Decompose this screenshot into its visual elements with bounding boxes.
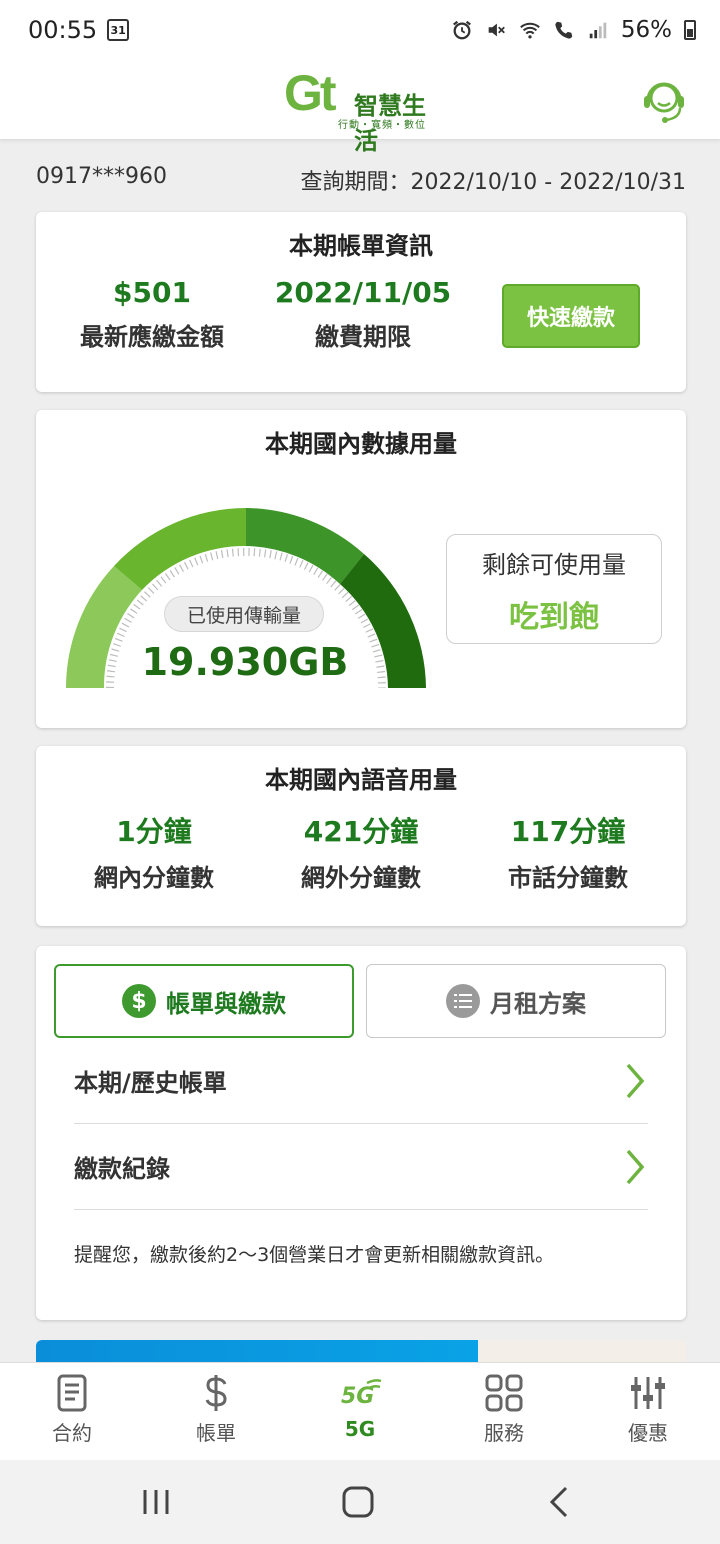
query-period: 查詢期間：2022/10/10 - 2022/10/31	[300, 170, 686, 195]
voice-item-landline: 117分鐘 市話分鐘數	[460, 810, 676, 893]
chevron-right-icon	[626, 1149, 645, 1184]
wifi-icon	[520, 22, 540, 39]
gauge-segment-3	[246, 508, 364, 584]
chevron-right-icon	[626, 1063, 645, 1098]
quick-pay-button[interactable]: 快速繳款	[502, 284, 640, 348]
used-value: 19.930GB	[141, 640, 349, 684]
battery-percent: 56%	[620, 17, 672, 43]
list-icon	[446, 984, 480, 1018]
recent-apps-icon[interactable]	[136, 1482, 176, 1522]
data-usage-title: 本期國內數據用量	[265, 430, 457, 458]
voice-item-offnet: 421分鐘 網外分鐘數	[253, 810, 469, 893]
nav-services[interactable]: 服務	[454, 1373, 554, 1446]
nav-label: 優惠	[628, 1421, 668, 1445]
tab-label: 帳單與繳款	[166, 989, 286, 1018]
remaining-label: 剩餘可使用量	[482, 551, 626, 579]
tab-monthly-plan[interactable]: 月租方案	[366, 964, 666, 1038]
bill-card: 本期帳單資訊 $501 最新應繳金額 2022/11/05 繳費期限 快速繳款	[36, 212, 686, 392]
logo-mark: Gt	[284, 65, 337, 121]
nav-label: 帳單	[196, 1421, 236, 1445]
remaining-value: 吃到飽	[509, 600, 599, 635]
customer-service-icon[interactable]	[638, 72, 690, 128]
sliders-icon	[631, 1377, 665, 1409]
amount-block: $501 最新應繳金額	[60, 276, 244, 352]
used-label: 已使用傳輸量	[164, 596, 324, 632]
wifi-calling-icon	[555, 21, 573, 39]
row-label: 繳款紀錄	[74, 1155, 170, 1183]
battery-icon	[684, 20, 696, 40]
nav-label: 服務	[484, 1421, 524, 1445]
mute-icon	[488, 23, 505, 37]
services-grid-icon	[485, 1374, 523, 1412]
due-date-value: 2022/11/05	[274, 276, 452, 309]
signal-icon	[589, 22, 607, 39]
gauge-segment-2	[114, 508, 246, 590]
row-label: 本期/歷史帳單	[74, 1069, 227, 1097]
billing-tabs-card: $ 帳單與繳款 月租方案 本期/歷史帳單 繳款紀錄 提醒您，繳款後約2～3個營業…	[36, 946, 686, 1320]
tab-label: 月租方案	[490, 989, 586, 1018]
nav-5g[interactable]: 5G 5G	[310, 1373, 410, 1441]
logo-subtitle: 行動・寬頻・數位	[338, 120, 426, 131]
5g-icon: 5G	[341, 1379, 382, 1409]
bottom-nav: 合約 帳單 5G 5G 服務 優惠	[0, 1362, 720, 1460]
voice-label: 市話分鐘數	[508, 864, 628, 892]
status-bar: 00:55 31 56%	[0, 0, 720, 60]
voice-value: 1分鐘	[116, 815, 192, 848]
tab-billing-payment[interactable]: $ 帳單與繳款	[54, 964, 354, 1038]
query-info: 0917***960 查詢期間：2022/10/10 - 2022/10/31	[36, 164, 686, 195]
calendar-icon: 31	[107, 19, 130, 41]
nav-bill[interactable]: 帳單	[166, 1373, 266, 1446]
logo: Gt 智慧生活 行動・寬頻・數位	[284, 64, 444, 155]
remaining-box: 剩餘可使用量 吃到飽	[446, 534, 662, 644]
bill-title: 本期帳單資訊	[289, 232, 433, 260]
data-usage-card: 本期國內數據用量 已使用傳輸量 19.930GB 剩餘可使用量 吃到飽	[36, 410, 686, 728]
voice-item-onnet: 1分鐘 網內分鐘數	[46, 810, 262, 893]
voice-usage-title: 本期國內語音用量	[265, 766, 457, 794]
row-current-history-bill[interactable]: 本期/歷史帳單	[74, 1038, 648, 1124]
nav-label: 合約	[52, 1421, 92, 1445]
promo-banner[interactable]	[36, 1340, 686, 1362]
payment-notice: 提醒您，繳款後約2～3個營業日才會更新相關繳款資訊。	[74, 1244, 555, 1266]
dollar-icon: $	[122, 984, 156, 1018]
system-nav-bar	[0, 1460, 720, 1544]
row-payment-records[interactable]: 繳款紀錄	[74, 1124, 648, 1210]
amount-label: 最新應繳金額	[80, 323, 224, 351]
home-icon[interactable]	[338, 1482, 378, 1522]
voice-label: 網內分鐘數	[94, 864, 214, 892]
voice-value: 421分鐘	[303, 815, 419, 848]
contract-icon	[57, 1374, 87, 1412]
nav-label: 5G	[344, 1417, 376, 1441]
voice-label: 網外分鐘數	[301, 864, 421, 892]
back-icon[interactable]	[540, 1482, 580, 1522]
alarm-icon	[452, 20, 471, 40]
due-date-label: 繳費期限	[315, 323, 411, 351]
amount-value: $501	[113, 276, 191, 309]
nav-contract[interactable]: 合約	[22, 1373, 122, 1446]
phone-number: 0917***960	[36, 164, 167, 189]
nav-offers[interactable]: 優惠	[598, 1373, 698, 1446]
voice-value: 117分鐘	[510, 815, 626, 848]
clock: 00:55	[28, 16, 98, 44]
app-header: Gt 智慧生活 行動・寬頻・數位	[0, 60, 720, 155]
dollar-icon	[205, 1375, 227, 1411]
due-block: 2022/11/05 繳費期限	[256, 276, 470, 352]
voice-usage-card: 本期國內語音用量 1分鐘 網內分鐘數 421分鐘 網外分鐘數 117分鐘 市話分…	[36, 746, 686, 926]
